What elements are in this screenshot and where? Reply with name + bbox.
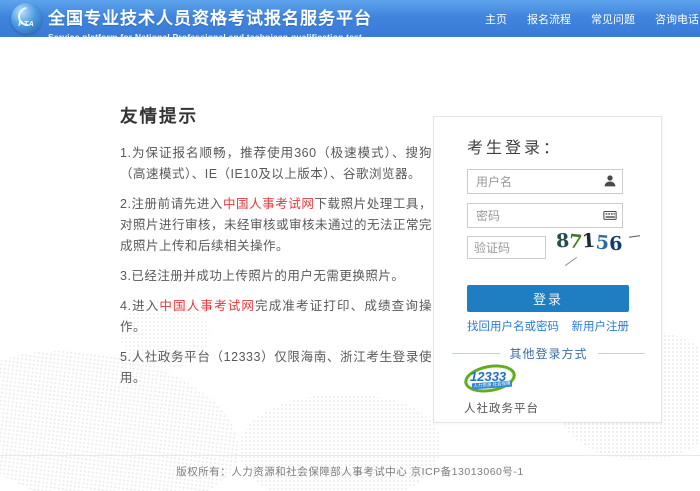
tip-item-5: 5.人社政务平台（12333）仅限海南、浙江考生登录使用。 bbox=[120, 347, 432, 389]
username-input[interactable] bbox=[467, 169, 623, 194]
password-input[interactable] bbox=[467, 203, 623, 228]
page: PTA 全国专业技术人员资格考试报名服务平台 Service platform … bbox=[0, 0, 700, 491]
title-block: 全国专业技术人员资格考试报名服务平台 Service platform for … bbox=[48, 4, 372, 42]
login-button[interactable]: 登录 bbox=[467, 285, 629, 312]
gov-12333-login-button[interactable]: 12333 人力资源 社会保障 bbox=[464, 363, 522, 397]
logo-text: PTA bbox=[11, 21, 42, 28]
divider-line bbox=[452, 353, 500, 354]
tips-heading: 友情提示 bbox=[120, 103, 432, 128]
page-subtitle: Service platform for National Profession… bbox=[48, 32, 372, 42]
login-title: 考生登录： bbox=[467, 134, 562, 158]
copyright-text: 版权所有：人力资源和社会保障部人事考试中心 京ICP备13013060号-1 bbox=[0, 464, 700, 479]
tip-text: 5.人社政务平台（12333）仅限海南、浙江考生登录使用。 bbox=[120, 350, 432, 385]
forgot-credentials-link[interactable]: 找回用户名或密码 bbox=[467, 318, 559, 334]
new-user-register-link[interactable]: 新用户注册 bbox=[572, 318, 630, 334]
candidate-login-panel: 考生登录： 87156 登录 找回用户名或密码 新用户注册 其他登录方式 bbox=[433, 116, 662, 423]
tip-text: 4.进入 bbox=[120, 299, 159, 313]
top-nav: 主页 报名流程 常见问题 咨询电话 bbox=[475, 0, 700, 37]
cpta-link[interactable]: 中国人事考试网 bbox=[223, 197, 314, 211]
other-login-divider: 其他登录方式 bbox=[452, 345, 645, 362]
captcha-image[interactable]: 87156 bbox=[556, 230, 644, 264]
footer-divider bbox=[0, 455, 700, 456]
header-bar: PTA 全国专业技术人员资格考试报名服务平台 Service platform … bbox=[0, 0, 700, 37]
friendly-tips-section: 友情提示 1.为保证报名顺畅，推荐使用360（极速模式）、搜狗（高速模式）、IE… bbox=[120, 103, 432, 398]
login-links-row: 找回用户名或密码 新用户注册 bbox=[467, 318, 629, 334]
gov-platform-label: 人社政务平台 bbox=[464, 400, 539, 416]
username-field-wrap bbox=[467, 169, 623, 194]
tip-text: 2.注册前请先进入 bbox=[120, 197, 223, 211]
tip-text: 3.已经注册并成功上传照片的用户无需更换照片。 bbox=[120, 269, 404, 283]
captcha-input[interactable] bbox=[467, 236, 546, 259]
other-login-label: 其他登录方式 bbox=[500, 345, 598, 362]
platform-logo-icon: PTA bbox=[11, 3, 42, 34]
page-title: 全国专业技术人员资格考试报名服务平台 bbox=[48, 4, 372, 29]
cpta-link[interactable]: 中国人事考试网 bbox=[159, 299, 255, 313]
tip-text: 1.为保证报名顺畅，推荐使用360（极速模式）、搜狗（高速模式）、IE（IE10… bbox=[120, 146, 432, 181]
nav-consult-phone[interactable]: 咨询电话 bbox=[645, 11, 700, 27]
tip-item-1: 1.为保证报名顺畅，推荐使用360（极速模式）、搜狗（高速模式）、IE（IE10… bbox=[120, 143, 432, 185]
nav-faq[interactable]: 常见问题 bbox=[581, 11, 645, 27]
tip-item-2: 2.注册前请先进入中国人事考试网下载照片处理工具，对照片进行审核，未经审核或审核… bbox=[120, 194, 432, 257]
tip-item-3: 3.已经注册并成功上传照片的用户无需更换照片。 bbox=[120, 266, 432, 287]
password-field-wrap bbox=[467, 203, 623, 228]
captcha-field-wrap bbox=[467, 236, 546, 259]
nav-registration-process[interactable]: 报名流程 bbox=[517, 11, 581, 27]
tip-item-4: 4.进入中国人事考试网完成准考证打印、成绩查询操作。 bbox=[120, 296, 432, 338]
divider-line bbox=[598, 353, 646, 354]
nav-home[interactable]: 主页 bbox=[475, 11, 517, 27]
